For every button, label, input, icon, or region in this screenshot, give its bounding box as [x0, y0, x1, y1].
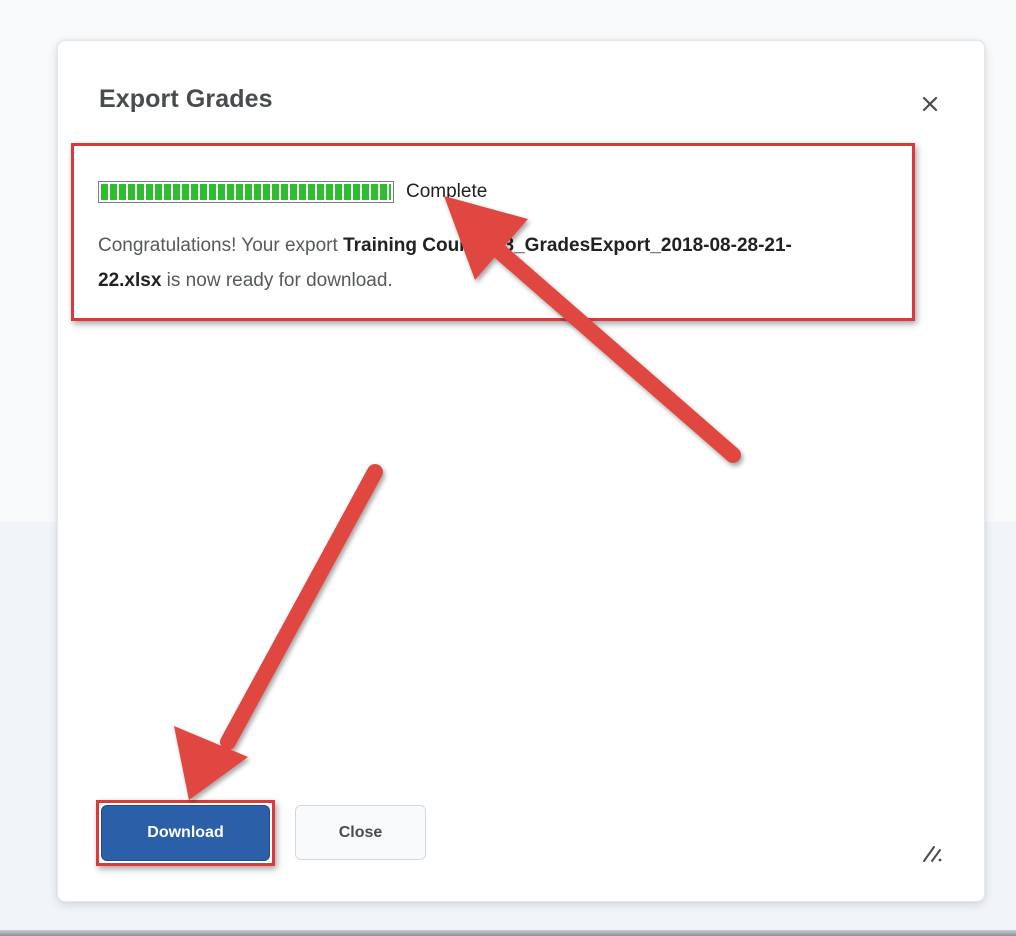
resize-grip-icon[interactable]	[920, 841, 944, 865]
export-grades-dialog: Export Grades Complete Congratulations! …	[57, 40, 985, 902]
window-edge	[0, 930, 1016, 936]
message-prefix: Congratulations! Your export	[98, 235, 344, 256]
progress-bar	[98, 181, 394, 203]
export-filename-line2: 22.xlsx	[98, 270, 162, 291]
progress-status-label: Complete	[406, 181, 488, 202]
dialog-title: Export Grades	[99, 85, 273, 113]
close-icon[interactable]	[915, 89, 945, 119]
download-button[interactable]: Download	[101, 805, 270, 861]
export-filename-line1: Training Course 03_GradesExport_2018-08-…	[343, 235, 792, 256]
export-ready-message: Congratulations! Your export Training Co…	[98, 228, 898, 298]
export-progress: Complete	[98, 179, 487, 205]
progress-bar-fill	[101, 184, 391, 200]
message-suffix: is now ready for download.	[161, 270, 393, 291]
close-button[interactable]: Close	[295, 805, 426, 860]
